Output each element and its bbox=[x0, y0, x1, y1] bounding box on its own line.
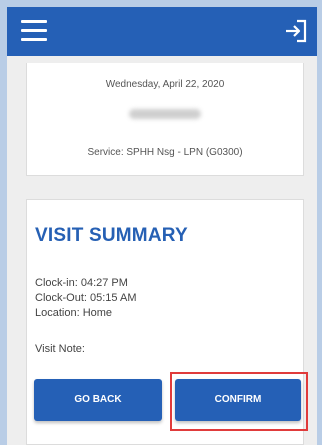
app-screen: Wednesday, April 22, 2020 Service: SPHH … bbox=[7, 7, 317, 445]
go-back-button[interactable]: GO BACK bbox=[34, 379, 162, 421]
redacted-text bbox=[129, 109, 201, 119]
visit-info-card: Wednesday, April 22, 2020 Service: SPHH … bbox=[26, 63, 304, 176]
visit-date: Wednesday, April 22, 2020 bbox=[105, 79, 225, 90]
visit-summary-title: VISIT SUMMARY bbox=[35, 225, 188, 246]
menu-bar bbox=[21, 29, 47, 32]
hamburger-menu-icon[interactable] bbox=[21, 20, 47, 42]
clock-out-text: Clock-Out: 05:15 AM bbox=[35, 292, 137, 304]
app-header bbox=[7, 7, 317, 56]
confirm-button[interactable]: CONFIRM bbox=[175, 379, 301, 421]
visit-note-label: Visit Note: bbox=[35, 343, 85, 355]
clock-in-text: Clock-in: 04:27 PM bbox=[35, 277, 128, 289]
logout-icon[interactable] bbox=[283, 18, 309, 44]
screenshot-frame: Wednesday, April 22, 2020 Service: SPHH … bbox=[0, 0, 322, 445]
menu-bar bbox=[21, 20, 47, 23]
location-text: Location: Home bbox=[35, 307, 113, 319]
menu-bar bbox=[21, 38, 47, 41]
service-label: Service: SPHH Nsg - LPN (G0300) bbox=[87, 147, 243, 158]
